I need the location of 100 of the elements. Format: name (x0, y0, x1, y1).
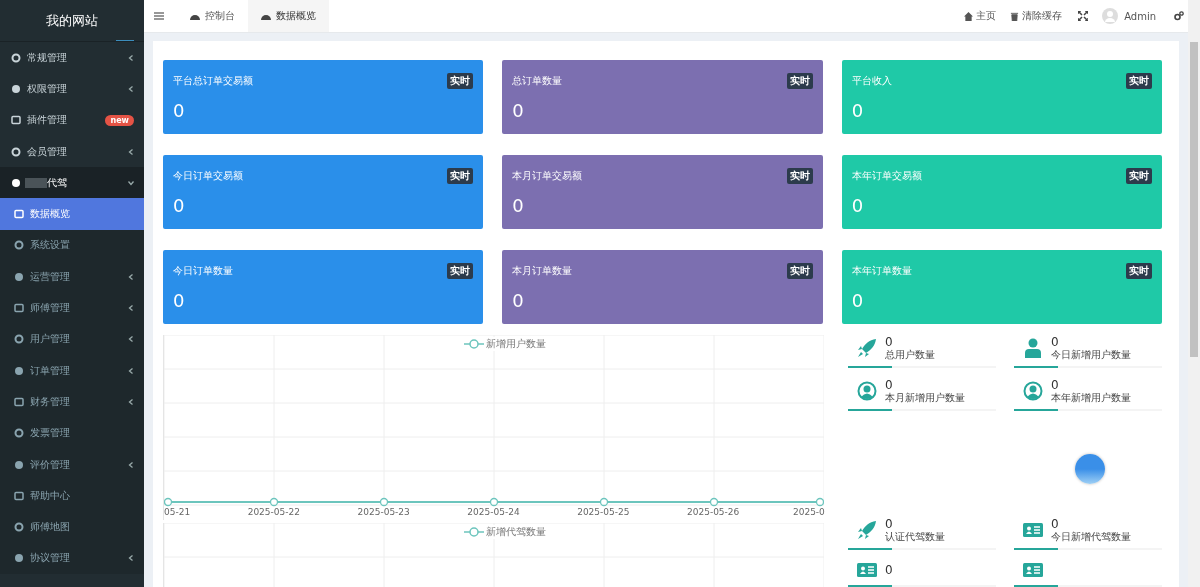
stat-value: 0 (885, 517, 894, 531)
nav-tab[interactable]: 数据概览 (248, 0, 329, 32)
stat-label: 本月新增用户数量 (885, 392, 965, 404)
menu-item[interactable]: 用户管理 (0, 323, 144, 355)
stat-value: 0 (885, 563, 893, 577)
card-title: 本年订单交易额 (851, 169, 922, 183)
chevron-icon (128, 367, 134, 374)
card-title: 本年订单数量 (851, 264, 912, 278)
menu-item[interactable]: 运营管理 (0, 261, 144, 293)
menu-item[interactable]: 会员管理 (0, 135, 144, 168)
axis-label: 2025-05-24 (466, 507, 521, 519)
data-point (379, 497, 389, 507)
square-icon (14, 209, 24, 220)
chevron-icon (128, 54, 134, 61)
data-point (709, 497, 719, 507)
floating-ball-icon[interactable] (1075, 454, 1105, 484)
realtime-badge: 实时 (447, 73, 474, 89)
circle-icon (11, 177, 21, 188)
realtime-badge: 实时 (1126, 263, 1152, 279)
axis-label: 2025-05-26 (686, 507, 741, 519)
legend-line-icon (464, 339, 484, 349)
menu-item[interactable]: 财务管理 (0, 386, 144, 418)
realtime-badge: 实时 (1126, 168, 1152, 184)
axis-label: 05-21 (164, 507, 192, 519)
axis-label: 2025-05-23 (356, 507, 411, 519)
user-icon (1023, 338, 1043, 358)
site-title: 我的网站 (46, 11, 98, 30)
stat-value: 0 (885, 335, 894, 349)
circle-icon (11, 83, 21, 94)
chevron-icon (128, 305, 134, 311)
circle-icon (14, 271, 24, 282)
chevron-icon (128, 179, 134, 186)
chevron-icon (128, 336, 134, 343)
card-value: 0 (851, 195, 865, 216)
id-card-icon (857, 560, 877, 580)
new-badge: new (105, 114, 134, 126)
user-name[interactable]: Admin (1124, 10, 1156, 22)
menu-item[interactable]: 常规管理 (0, 42, 144, 74)
menu-item[interactable]: 插件管理 new (0, 104, 144, 136)
menu-item[interactable]: 协议管理 (0, 542, 144, 575)
card-title: 今日订单数量 (173, 264, 233, 278)
chevron-icon (128, 273, 134, 280)
card-value: 0 (512, 100, 525, 121)
stat-label: 认证代驾数量 (885, 531, 945, 543)
rocket-icon (857, 338, 877, 358)
menu-item[interactable]: 师傅地图 (0, 511, 144, 543)
id-card-icon (1023, 560, 1043, 580)
home-icon (964, 11, 974, 21)
menu-item[interactable]: 评价管理 (0, 448, 144, 481)
realtime-badge: 实时 (786, 263, 813, 279)
stat-label: 今日新增用户数量 (1051, 349, 1131, 361)
chevron-icon (128, 148, 134, 155)
realtime-badge: 实时 (447, 168, 474, 184)
realtime-badge: 实时 (1126, 73, 1152, 89)
menu-item[interactable]: 师傅管理 (0, 292, 144, 324)
square-icon (14, 490, 24, 501)
stat-value: 0 (1051, 335, 1060, 349)
card-title: 平台总订单交易额 (173, 74, 253, 88)
square-icon (14, 396, 24, 407)
data-point (815, 497, 824, 507)
menu-item[interactable]: 权限管理 (0, 73, 144, 105)
menu-item[interactable]: 发票管理 (0, 417, 144, 449)
axis-label: 2025-05-25 (576, 507, 631, 519)
chevron-icon (128, 555, 134, 562)
nav-tab[interactable]: 控制台 (177, 0, 248, 32)
user-circle-icon (857, 381, 877, 401)
legend-line-icon (464, 527, 484, 537)
dashboard-icon (190, 12, 200, 20)
realtime-badge: 实时 (447, 263, 474, 279)
card-value: 0 (173, 195, 186, 216)
fullscreen-icon[interactable] (1078, 11, 1089, 21)
card-title: 今日订单交易额 (173, 169, 243, 183)
scrollbar-thumb[interactable] (1190, 42, 1198, 357)
card-value: 0 (512, 195, 525, 216)
chevron-icon (128, 461, 134, 468)
card-value: 0 (851, 100, 865, 121)
card-title: 总订单数量 (512, 74, 563, 88)
card-value: 0 (173, 290, 186, 311)
scrollbar[interactable] (1188, 0, 1200, 587)
chart-legend: 新增用户数量 (464, 337, 546, 351)
settings-icon[interactable] (1174, 11, 1184, 21)
home-link[interactable]: 主页 (964, 9, 997, 23)
stat-value: 0 (1051, 517, 1060, 531)
menu-item[interactable]: 帮助中心 (0, 480, 144, 512)
menu-item[interactable]: 系统设置 (0, 229, 144, 262)
clear-cache-link[interactable]: 清除缓存 (1010, 9, 1063, 23)
card-value: 0 (512, 290, 525, 311)
stat-label: 本年新增用户数量 (1051, 392, 1131, 404)
rocket-icon (857, 520, 877, 540)
menu-item[interactable]: 代驾 (0, 167, 144, 199)
menu-icon[interactable] (154, 12, 164, 20)
circle-icon (14, 459, 24, 470)
card-title: 本月订单数量 (512, 264, 573, 278)
data-point (164, 497, 173, 507)
menu-item[interactable]: 订单管理 (0, 354, 144, 387)
square-icon (11, 115, 21, 126)
axis-label: 2025-05-22 (246, 507, 301, 519)
menu-item[interactable]: 数据概览 (0, 198, 144, 230)
square-icon (14, 303, 24, 313)
trash-icon (1010, 11, 1020, 21)
